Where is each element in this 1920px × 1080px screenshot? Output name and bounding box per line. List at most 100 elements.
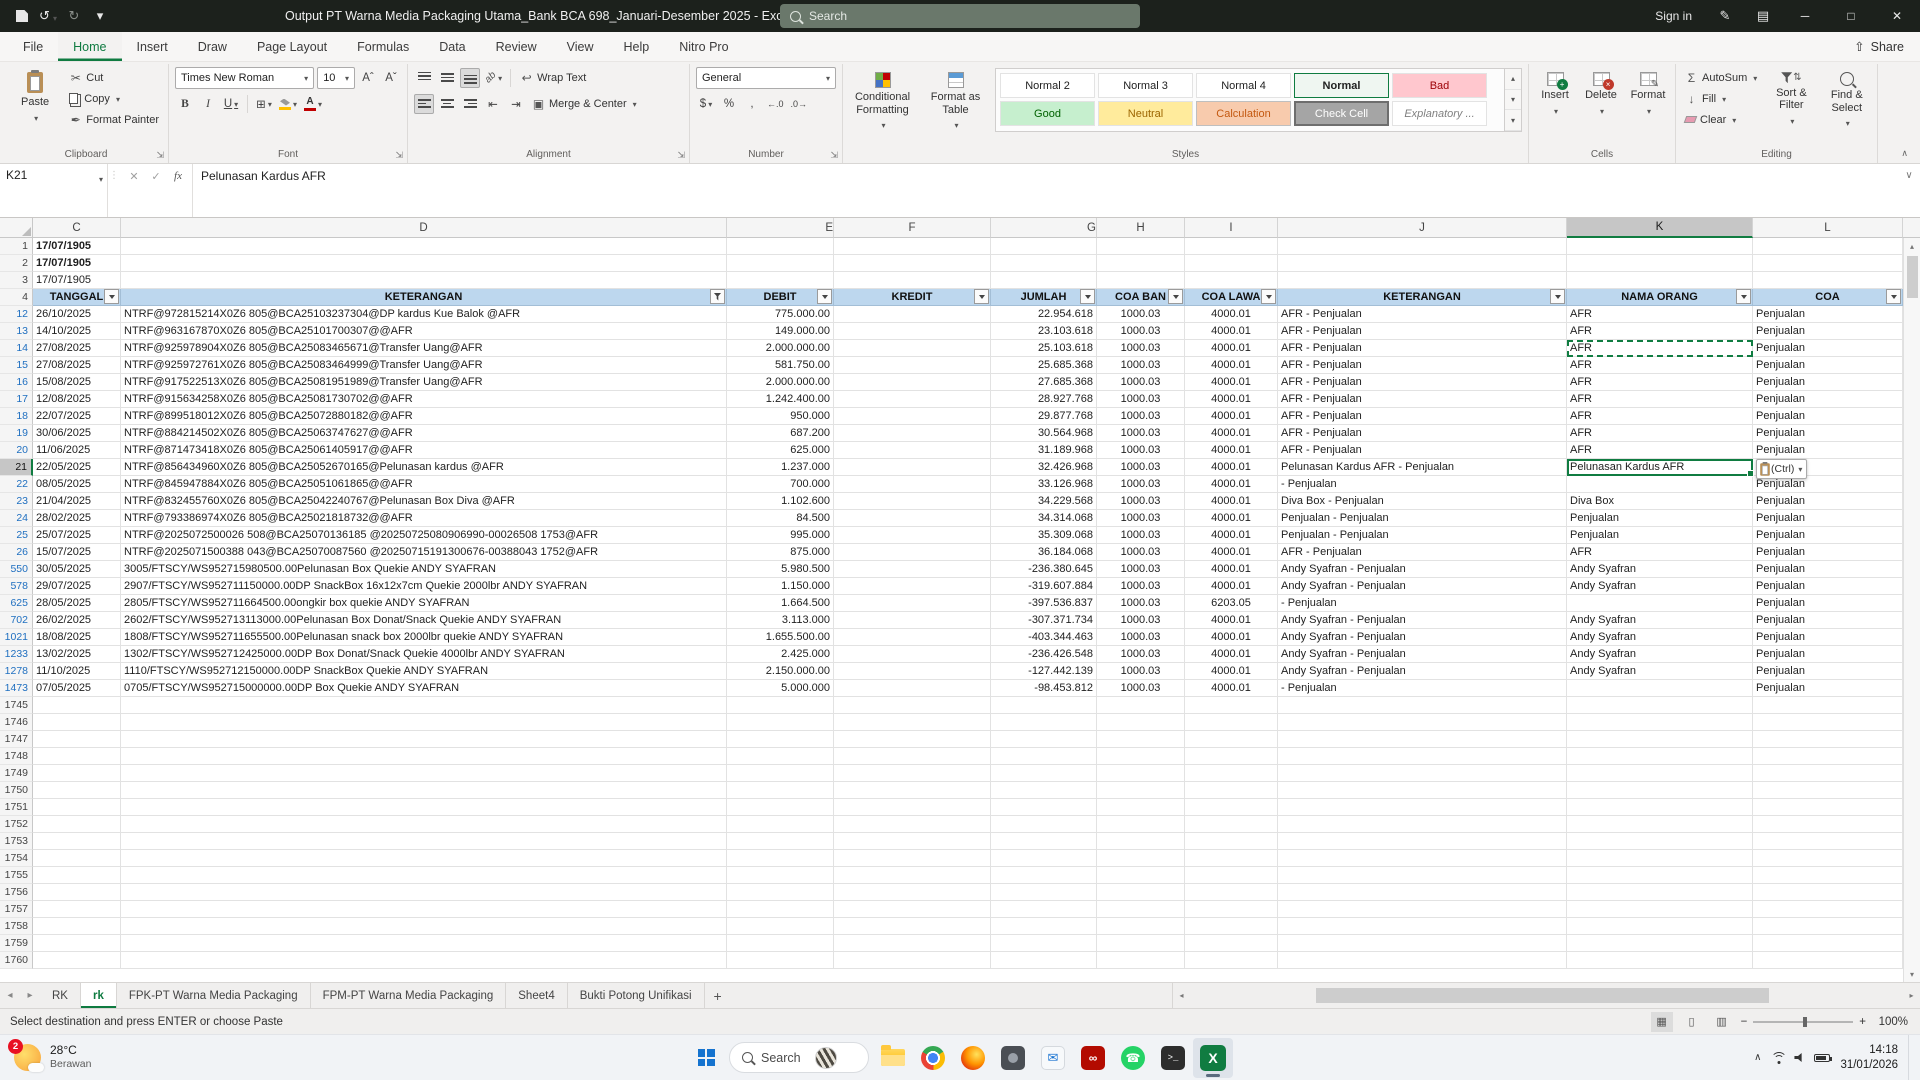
column-header-F[interactable]: F — [834, 218, 991, 238]
cell-D17[interactable]: NTRF@915634258X0Z6 805@BCA25081730702@@A… — [121, 391, 727, 408]
style-chip-good[interactable]: Good — [1000, 101, 1095, 126]
cell-C1760[interactable] — [33, 952, 121, 969]
name-box[interactable]: K21 — [0, 164, 108, 217]
cell-F1757[interactable] — [834, 901, 991, 918]
filter-dropdown-button[interactable] — [1736, 289, 1751, 304]
cell-J1750[interactable] — [1278, 782, 1567, 799]
cell-J1760[interactable] — [1278, 952, 1567, 969]
row-header-1753[interactable]: 1753 — [0, 833, 33, 850]
sheet-tab-rk[interactable]: RK — [40, 983, 81, 1008]
cell-H3[interactable] — [1097, 272, 1185, 289]
cell-F1760[interactable] — [834, 952, 991, 969]
cell-F14[interactable] — [834, 340, 991, 357]
cell-G1233[interactable]: -236.426.548 — [991, 646, 1097, 663]
cell-H18[interactable]: 1000.03 — [1097, 408, 1185, 425]
cell-I1758[interactable] — [1185, 918, 1278, 935]
increase-font-size-button[interactable]: Aˆ — [358, 68, 378, 88]
row-header-2[interactable]: 2 — [0, 255, 33, 272]
cell-J3[interactable] — [1278, 272, 1567, 289]
cell-G1750[interactable] — [991, 782, 1097, 799]
cell-D14[interactable]: NTRF@925978904X0Z6 805@BCA25083465671@Tr… — [121, 340, 727, 357]
cell-K2[interactable] — [1567, 255, 1753, 272]
cell-K578[interactable]: Andy Syafran — [1567, 578, 1753, 595]
cell-G22[interactable]: 33.126.968 — [991, 476, 1097, 493]
cell-G1751[interactable] — [991, 799, 1097, 816]
ribbon-tab-insert[interactable]: Insert — [122, 32, 183, 61]
row-header-12[interactable]: 12 — [0, 306, 33, 323]
cell-E23[interactable]: 1.102.600 — [727, 493, 834, 510]
align-top-button[interactable] — [414, 68, 434, 88]
row-header-1760[interactable]: 1760 — [0, 952, 33, 969]
cell-G3[interactable] — [991, 272, 1097, 289]
cell-D1278[interactable]: 1110/FTSCY/WS952712150000.00DP SnackBox … — [121, 663, 727, 680]
cell-L1748[interactable] — [1753, 748, 1903, 765]
row-header-625[interactable]: 625 — [0, 595, 33, 612]
style-chip-explanatory[interactable]: Explanatory ... — [1392, 101, 1487, 126]
cell-E1753[interactable] — [727, 833, 834, 850]
cell-E1756[interactable] — [727, 884, 834, 901]
cell-L25[interactable]: Penjualan — [1753, 527, 1903, 544]
cell-C1755[interactable] — [33, 867, 121, 884]
cell-I15[interactable]: 4000.01 — [1185, 357, 1278, 374]
cell-J24[interactable]: Penjualan - Penjualan — [1278, 510, 1567, 527]
cell-D702[interactable]: 2602/FTSCY/WS952713113000.00Pelunasan Bo… — [121, 612, 727, 629]
row-header-1759[interactable]: 1759 — [0, 935, 33, 952]
cell-I13[interactable]: 4000.01 — [1185, 323, 1278, 340]
column-header-D[interactable]: D — [121, 218, 727, 238]
cell-H550[interactable]: 1000.03 — [1097, 561, 1185, 578]
cell-C550[interactable]: 30/05/2025 — [33, 561, 121, 578]
cell-F23[interactable] — [834, 493, 991, 510]
cell-C4[interactable]: TANGGAL — [33, 289, 121, 306]
cell-H1747[interactable] — [1097, 731, 1185, 748]
cell-H1756[interactable] — [1097, 884, 1185, 901]
cell-L15[interactable]: Penjualan — [1753, 357, 1903, 374]
horizontal-scroll-thumb[interactable] — [1316, 988, 1769, 1003]
cell-D18[interactable]: NTRF@899518012X0Z6 805@BCA25072880182@@A… — [121, 408, 727, 425]
cell-H25[interactable]: 1000.03 — [1097, 527, 1185, 544]
scroll-down-icon[interactable]: ▾ — [1904, 966, 1920, 982]
cell-F1[interactable] — [834, 238, 991, 255]
cell-J2[interactable] — [1278, 255, 1567, 272]
cell-F18[interactable] — [834, 408, 991, 425]
cell-I4[interactable]: COA LAWA — [1185, 289, 1278, 306]
cell-F1751[interactable] — [834, 799, 991, 816]
cell-K24[interactable]: Penjualan — [1567, 510, 1753, 527]
cell-E1758[interactable] — [727, 918, 834, 935]
filter-dropdown-button[interactable] — [1261, 289, 1276, 304]
cell-E12[interactable]: 775.000.00 — [727, 306, 834, 323]
cell-G1758[interactable] — [991, 918, 1097, 935]
cell-L1757[interactable] — [1753, 901, 1903, 918]
cell-H1749[interactable] — [1097, 765, 1185, 782]
weather-widget[interactable]: 2 28°C Berawan — [8, 1035, 97, 1080]
cell-G21[interactable]: 32.426.968 — [991, 459, 1097, 476]
cell-H625[interactable]: 1000.03 — [1097, 595, 1185, 612]
cell-G1760[interactable] — [991, 952, 1097, 969]
cell-F1746[interactable] — [834, 714, 991, 731]
row-header-1749[interactable]: 1749 — [0, 765, 33, 782]
cell-J1753[interactable] — [1278, 833, 1567, 850]
cell-K25[interactable]: Penjualan — [1567, 527, 1753, 544]
borders-button[interactable]: ⊞ — [254, 94, 274, 114]
cell-G625[interactable]: -397.536.837 — [991, 595, 1097, 612]
cell-C1749[interactable] — [33, 765, 121, 782]
cell-D1751[interactable] — [121, 799, 727, 816]
cell-I3[interactable] — [1185, 272, 1278, 289]
cell-L550[interactable]: Penjualan — [1753, 561, 1903, 578]
cell-E4[interactable]: DEBIT — [727, 289, 834, 306]
cell-I1748[interactable] — [1185, 748, 1278, 765]
cell-I18[interactable]: 4000.01 — [1185, 408, 1278, 425]
cell-I14[interactable]: 4000.01 — [1185, 340, 1278, 357]
style-chip-bad[interactable]: Bad — [1392, 73, 1487, 98]
row-header-1021[interactable]: 1021 — [0, 629, 33, 646]
cell-D26[interactable]: NTRF@2025071500388 043@BCA25070087560 @2… — [121, 544, 727, 561]
cell-K702[interactable]: Andy Syafran — [1567, 612, 1753, 629]
cell-F12[interactable] — [834, 306, 991, 323]
cell-J20[interactable]: AFR - Penjualan — [1278, 442, 1567, 459]
cell-L1755[interactable] — [1753, 867, 1903, 884]
cell-J1751[interactable] — [1278, 799, 1567, 816]
orientation-button[interactable]: ab — [483, 68, 504, 88]
cell-L17[interactable]: Penjualan — [1753, 391, 1903, 408]
paste-button[interactable]: Paste — [10, 67, 60, 143]
cell-L1473[interactable]: Penjualan — [1753, 680, 1903, 697]
cell-H19[interactable]: 1000.03 — [1097, 425, 1185, 442]
